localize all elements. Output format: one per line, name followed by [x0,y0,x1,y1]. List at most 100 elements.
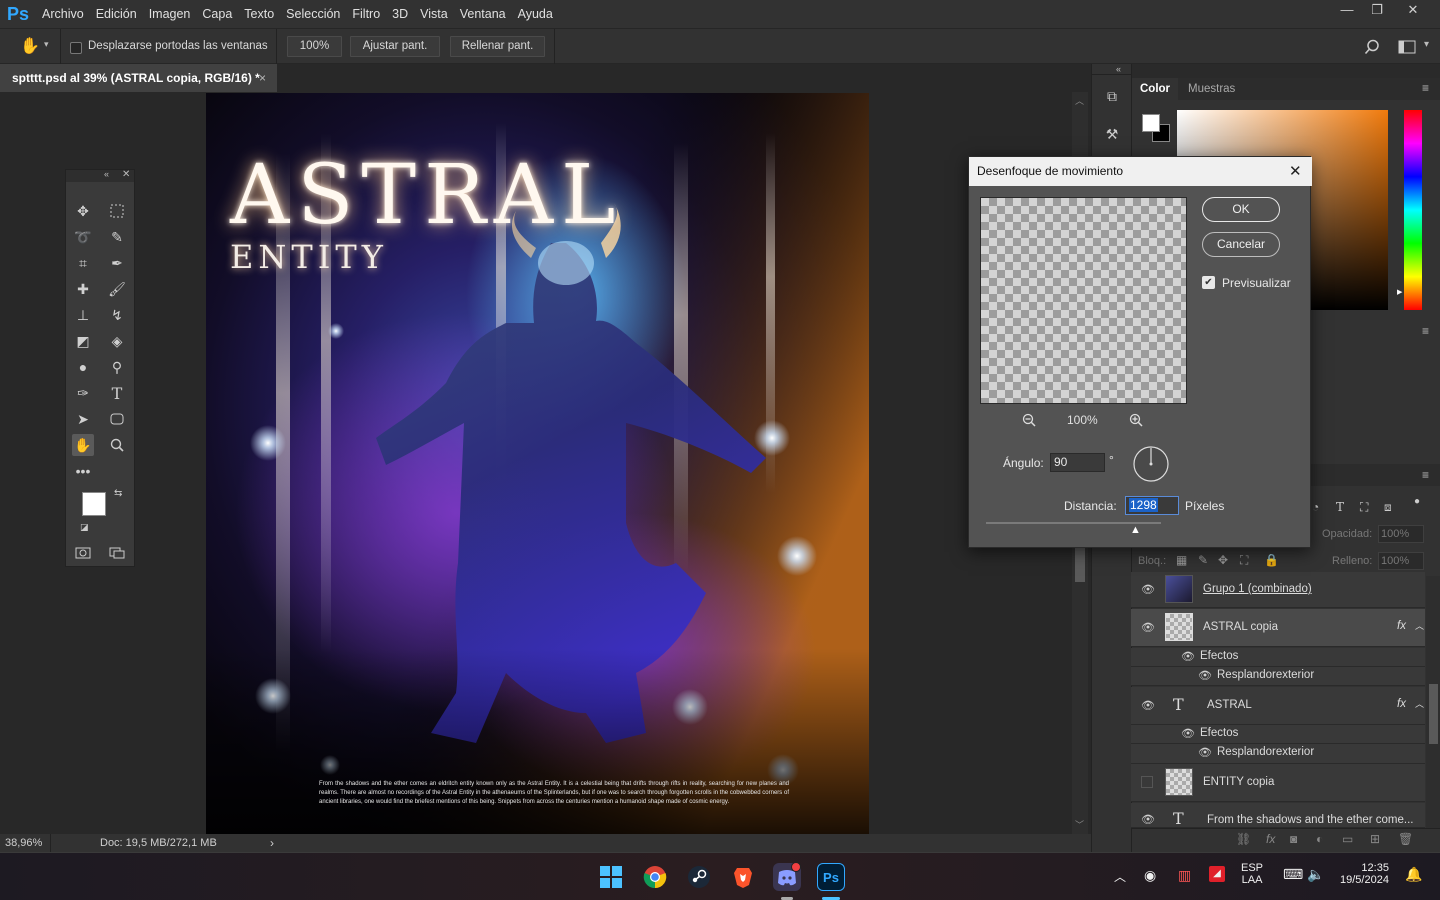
lock-transparent-icon[interactable]: ▦ [1176,553,1187,567]
menu-seleccion[interactable]: Selección [280,0,346,28]
workspace-icon[interactable] [1398,40,1416,54]
default-colors-icon[interactable]: ◪ [80,522,89,533]
opacity-field[interactable]: 100% [1378,525,1424,543]
pen-tool-icon[interactable]: ✑ [72,382,94,404]
chevron-down-icon[interactable]: ▾ [44,39,49,50]
amd-tray-icon[interactable]: ◢ [1209,866,1225,882]
screen-mode-icon[interactable] [106,542,128,564]
brush-tool-icon[interactable]: 🖌 [106,278,128,300]
lasso-tool-icon[interactable]: ➰ [72,226,94,248]
fill-screen-button[interactable]: Rellenar pant. [450,36,545,57]
eye-icon[interactable]: 👁 [1141,621,1155,634]
audio-meter-tray-icon[interactable]: ▥ [1178,867,1191,884]
lock-move-icon[interactable]: ✥ [1218,553,1228,567]
filter-toggle-icon[interactable]: ● [1414,496,1420,507]
filter-preview[interactable] [980,197,1187,404]
quick-select-tool-icon[interactable]: ✎ [106,226,128,248]
type-tool-icon[interactable]: T [106,382,128,404]
foreground-color-swatch[interactable] [1142,114,1160,132]
fill-field[interactable]: 100% [1378,552,1424,570]
start-icon[interactable] [597,863,625,891]
photoshop-taskbar-icon[interactable]: Ps [817,863,845,891]
search-icon[interactable] [1364,39,1380,55]
chevron-right-icon[interactable]: › [270,834,274,852]
fx-badge[interactable]: fx [1397,620,1406,632]
crop-tool-icon[interactable]: ⌗ [72,252,94,274]
angle-input[interactable]: 90 [1050,453,1105,472]
history-icon[interactable]: ⧉ [1103,88,1121,106]
hue-slider-handle[interactable]: ▶ [1397,288,1402,296]
close-tab-icon[interactable]: × [259,64,266,92]
artwork-canvas[interactable]: ASTRAL ENTITY From the shadows and the e… [206,93,869,834]
ok-button[interactable]: OK [1202,197,1280,222]
layer-row[interactable]: 👁 T From the shadows and the ether come.… [1131,803,1425,828]
filter-transform-icon[interactable]: ⛶ [1360,500,1368,515]
language-indicator[interactable]: ESP LAA [1241,862,1263,886]
discord-tray-icon[interactable]: ◉ [1144,867,1156,884]
clone-stamp-tool-icon[interactable]: ⊥ [72,304,94,326]
menu-filtro[interactable]: Filtro [346,0,386,28]
hue-slider[interactable] [1404,110,1422,310]
panel-menu-icon[interactable]: ≡ [1422,81,1429,95]
angle-dial[interactable] [1132,445,1170,483]
distance-input[interactable]: 1298 [1125,496,1179,515]
hand-tool-icon[interactable]: ✋ [20,36,40,56]
swap-colors-icon[interactable]: ⇆ [114,488,122,499]
close-icon[interactable]: ✕ [122,169,130,180]
menu-ayuda[interactable]: Ayuda [512,0,559,28]
scroll-thumb[interactable] [1429,684,1438,744]
eye-icon[interactable]: 👁 [1181,650,1195,663]
layer-effect-row[interactable]: 👁 Resplandorexterior [1131,667,1425,686]
panel-menu-icon[interactable]: ≡ [1422,468,1429,482]
layer-row[interactable]: 👁 Grupo 1 (combinado) [1131,572,1425,608]
layer-row[interactable]: 👁 T ASTRAL fx ︿ [1131,687,1425,725]
notifications-icon[interactable]: 🔔 [1405,866,1422,883]
new-group-icon[interactable]: ▭ [1342,832,1353,846]
eye-icon[interactable]: 👁 [1198,669,1212,682]
chevron-up-icon[interactable]: ︿ [1415,697,1424,710]
fx-icon[interactable]: fx [1266,832,1275,846]
eye-icon[interactable]: 👁 [1141,699,1155,712]
menu-3d[interactable]: 3D [386,0,414,28]
adjustment-layer-icon[interactable]: ◐ [1316,832,1323,846]
lock-paint-icon[interactable]: ✎ [1198,553,1208,567]
layer-effects-row[interactable]: 👁 Efectos [1131,725,1425,744]
menu-texto[interactable]: Texto [238,0,280,28]
cancel-button[interactable]: Cancelar [1202,232,1280,257]
eye-icon[interactable]: 👁 [1141,813,1155,826]
eraser-tool-icon[interactable]: ◩ [72,330,94,352]
dialog-close-icon[interactable]: ✕ [1289,157,1302,186]
menu-ventana[interactable]: Ventana [454,0,512,28]
document-tab[interactable]: sptttt.psd al 39% (ASTRAL copia, RGB/16)… [0,64,277,92]
preview-checkbox[interactable]: ✔ [1202,276,1215,289]
zoom-level[interactable]: 38,96% [5,834,42,852]
move-tool-icon[interactable]: ✥ [72,200,94,222]
layer-row-selected[interactable]: 👁 ASTRAL copia fx ︿ [1131,609,1425,647]
scroll-thumb[interactable] [1075,542,1085,582]
visibility-toggle[interactable] [1141,776,1153,788]
tab-color[interactable]: Color [1132,78,1179,100]
zoom-out-icon[interactable] [1022,413,1036,427]
tab-muestras[interactable]: Muestras [1180,78,1243,100]
menu-capa[interactable]: Capa [196,0,238,28]
menu-vista[interactable]: Vista [414,0,454,28]
clock[interactable]: 12:35 19/5/2024 [1340,862,1389,886]
eye-icon[interactable]: 👁 [1198,746,1212,759]
layers-scrollbar[interactable] [1426,576,1440,832]
steam-icon[interactable] [685,863,713,891]
menu-imagen[interactable]: Imagen [143,0,197,28]
panel-menu-icon[interactable]: ≡ [1422,324,1429,338]
add-mask-icon[interactable]: ◙ [1290,832,1297,846]
network-icon[interactable]: ⌨ [1283,866,1303,883]
zoom-tool-icon[interactable] [106,434,128,456]
delete-layer-icon[interactable]: 🗑 [1398,832,1413,846]
menu-edicion[interactable]: Edición [90,0,143,28]
brave-icon[interactable] [729,863,757,891]
zoom-in-icon[interactable] [1129,413,1143,427]
chevron-up-icon[interactable]: ︿ [1415,619,1424,632]
marquee-tool-icon[interactable] [106,200,128,222]
dodge-tool-icon[interactable]: ⚲ [106,356,128,378]
fit-screen-button[interactable]: Ajustar pant. [350,36,440,57]
link-layers-icon[interactable]: ⛓ [1236,832,1251,846]
fx-badge[interactable]: fx [1397,698,1406,710]
